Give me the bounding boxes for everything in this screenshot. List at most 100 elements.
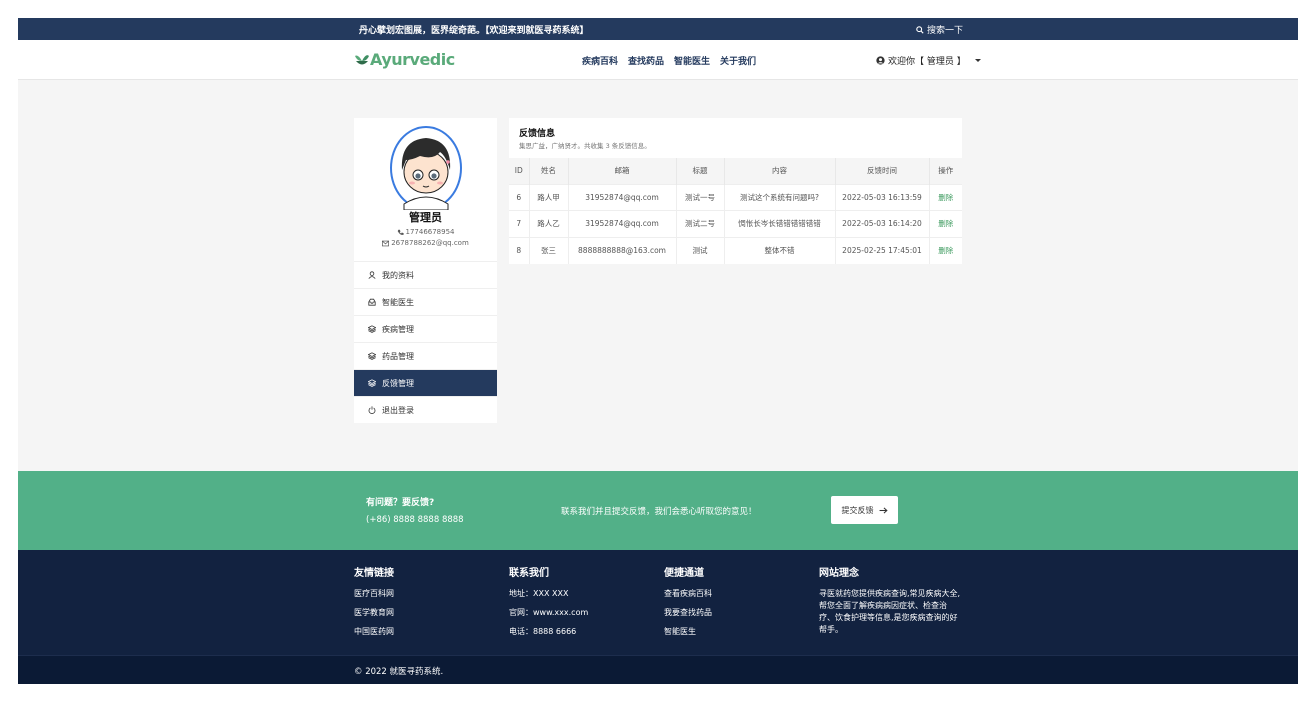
cell-email: 31952874@qq.com	[568, 210, 677, 237]
logo[interactable]: Ayurvedic	[354, 50, 455, 69]
cell-id: 6	[509, 183, 530, 211]
top-bar: 丹心擘划宏图展，医界绽奇葩。【欢迎来到就医寻药系统】 搜索一下	[18, 18, 1298, 40]
sidebar-item-smart-doctor[interactable]: 智能医生	[354, 288, 497, 315]
col-title: 标题	[676, 158, 725, 184]
band-phone: (+86) 8888 8888 8888	[366, 515, 464, 525]
user-icon	[368, 271, 376, 279]
cell-time: 2025-02-25 17:45:01	[835, 236, 930, 264]
sidebar-item-feedback-mgmt[interactable]: 反馈管理	[354, 369, 497, 396]
footer-contact-item: 电话：8888 6666	[509, 627, 577, 636]
panel-subtitle: 集思广益，广纳贤才。共收集 3 条反馈信息。	[519, 142, 651, 150]
nav-disease-wiki[interactable]: 疾病百科	[582, 54, 618, 67]
layers-icon	[368, 379, 376, 387]
layers-icon	[368, 325, 376, 333]
footer-link[interactable]: 医学教育网	[354, 607, 504, 618]
footer-philosophy-text: 寻医就药您提供疾病查询,常见疾病大全,帮您全面了解疾病病因症状、检查治疗、饮食护…	[819, 589, 961, 634]
nav-smart-doctor[interactable]: 智能医生	[674, 54, 710, 67]
copyright-bar: © 2022 就医寻药系统.	[18, 655, 1298, 684]
user-menu[interactable]: 欢迎你【 管理员 】	[876, 54, 981, 67]
cell-name: 张三	[529, 236, 569, 264]
header: Ayurvedic 疾病百科 查找药品 智能医生 关于我们 欢迎你【 管理员 】	[18, 40, 1298, 80]
search-label: 搜索一下	[927, 26, 964, 36]
search-link[interactable]: 搜索一下	[916, 23, 963, 36]
col-id: ID	[509, 158, 530, 184]
layers-icon	[368, 352, 376, 360]
cell-content: 惆怅长岑长错错错错错错	[724, 210, 836, 237]
footer-quick-title: 便捷通道	[664, 568, 704, 579]
submit-feedback-button[interactable]: 提交反馈	[831, 496, 898, 524]
chevron-down-icon	[974, 59, 981, 62]
sidebar-item-logout[interactable]: 退出登录	[354, 396, 497, 423]
footer-link[interactable]: 医疗百科网	[354, 588, 504, 599]
footer-contact-item: 官网：www.xxx.com	[509, 608, 589, 617]
leaf-bowl-icon	[355, 54, 369, 64]
feedback-table: ID 姓名 邮箱 标题 内容 反馈时间 操作 6 路人甲 31952874@qq…	[509, 158, 962, 264]
page: 丹心擘划宏图展，医界绽奇葩。【欢迎来到就医寻药系统】 搜索一下 Ayurvedi…	[18, 18, 1298, 696]
band-question: 有问题？要反馈?	[366, 498, 435, 508]
table-row: 6 路人甲 31952874@qq.com 测试一号 测试这个系统有问题吗? 2…	[509, 183, 962, 211]
cell-email: 8888888888@163.com	[568, 236, 677, 264]
cell-content: 测试这个系统有问题吗?	[724, 183, 836, 211]
cell-title: 测试二号	[676, 210, 725, 237]
sidebar-item-my-profile[interactable]: 我的资料	[354, 261, 497, 288]
user-circle-icon	[876, 56, 885, 65]
inbox-icon	[368, 298, 376, 306]
footer-quick-link[interactable]: 智能医生	[664, 626, 814, 637]
sidebar-item-label: 反馈管理	[382, 378, 414, 388]
profile-phone: 17746678954	[354, 228, 497, 236]
footer-link[interactable]: 中国医药网	[354, 626, 504, 637]
profile-email: 2678788262@qq.com	[354, 239, 497, 247]
delete-link[interactable]: 删除	[929, 210, 962, 237]
table-row: 7 路人乙 31952874@qq.com 测试二号 惆怅长岑长错错错错错错 2…	[509, 210, 962, 237]
footer: 友情链接 医疗百科网 医学教育网 中国医药网 联系我们 地址：XXX XXX 官…	[18, 550, 1298, 655]
footer-quick-link[interactable]: 我要查找药品	[664, 607, 814, 618]
nav-about-us[interactable]: 关于我们	[720, 54, 756, 67]
footer-quick: 便捷通道 查看疾病百科 我要查找药品 智能医生	[664, 564, 814, 645]
table-header-row: ID 姓名 邮箱 标题 内容 反馈时间 操作	[509, 158, 962, 184]
profile-name: 管理员	[409, 211, 442, 224]
sidebar-item-label: 退出登录	[382, 405, 414, 415]
profile-card: 管理员 17746678954 2678788262@qq.com 我的资料 智…	[354, 118, 497, 423]
sidebar-item-disease-mgmt[interactable]: 疾病管理	[354, 315, 497, 342]
sidebar-item-label: 疾病管理	[382, 324, 414, 334]
delete-link[interactable]: 删除	[929, 183, 962, 211]
footer-philosophy: 网站理念 寻医就药您提供疾病查询,常见疾病大全,帮您全面了解疾病病因症状、检查治…	[819, 564, 969, 636]
feedback-panel: 反馈信息 集思广益，广纳贤才。共收集 3 条反馈信息。 ID 姓名 邮箱 标题 …	[509, 118, 962, 264]
sidebar-item-medicine-mgmt[interactable]: 药品管理	[354, 342, 497, 369]
feedback-band: 有问题？要反馈? (+86) 8888 8888 8888 联系我们并且提交反馈…	[18, 471, 1298, 550]
footer-links-title: 友情链接	[354, 568, 394, 579]
footer-contact: 联系我们 地址：XXX XXX 官网：www.xxx.com 电话：8888 6…	[509, 564, 659, 645]
cell-id: 8	[509, 236, 530, 264]
envelope-icon	[382, 240, 390, 246]
footer-quick-link[interactable]: 查看疾病百科	[664, 588, 814, 599]
col-action: 操作	[929, 158, 962, 184]
phone-icon	[397, 229, 404, 235]
band-message: 联系我们并且提交反馈，我们会悉心听取您的意见！	[561, 507, 757, 517]
site-slogan: 丹心擘划宏图展，医界绽奇葩。【欢迎来到就医寻药系统】	[359, 26, 589, 36]
sidebar-item-label: 智能医生	[382, 297, 414, 307]
footer-philosophy-title: 网站理念	[819, 568, 859, 579]
cell-name: 路人乙	[529, 210, 569, 237]
cell-email: 31952874@qq.com	[568, 183, 677, 211]
col-email: 邮箱	[568, 158, 677, 184]
footer-contact-item: 地址：XXX XXX	[509, 589, 569, 598]
table-row: 8 张三 8888888888@163.com 测试 整体不错 2025-02-…	[509, 236, 962, 264]
cell-title: 测试一号	[676, 183, 725, 211]
col-time: 反馈时间	[835, 158, 930, 184]
cell-time: 2022-05-03 16:14:20	[835, 210, 930, 237]
cell-time: 2022-05-03 16:13:59	[835, 183, 930, 211]
col-name: 姓名	[529, 158, 569, 184]
cell-content: 整体不错	[724, 236, 836, 264]
search-icon	[916, 25, 924, 34]
col-content: 内容	[724, 158, 836, 184]
main-nav: 疾病百科 查找药品 智能医生 关于我们	[582, 54, 756, 67]
panel-title: 反馈信息	[519, 129, 556, 139]
footer-links: 友情链接 医疗百科网 医学教育网 中国医药网	[354, 564, 504, 645]
delete-link[interactable]: 删除	[929, 236, 962, 264]
sidebar-item-label: 药品管理	[382, 351, 414, 361]
arrow-right-icon	[879, 506, 888, 514]
nav-find-medicine[interactable]: 查找药品	[628, 54, 664, 67]
bottom-strip	[18, 684, 1298, 696]
power-icon	[368, 406, 376, 414]
profile-phone-text: 17746678954	[405, 228, 455, 236]
